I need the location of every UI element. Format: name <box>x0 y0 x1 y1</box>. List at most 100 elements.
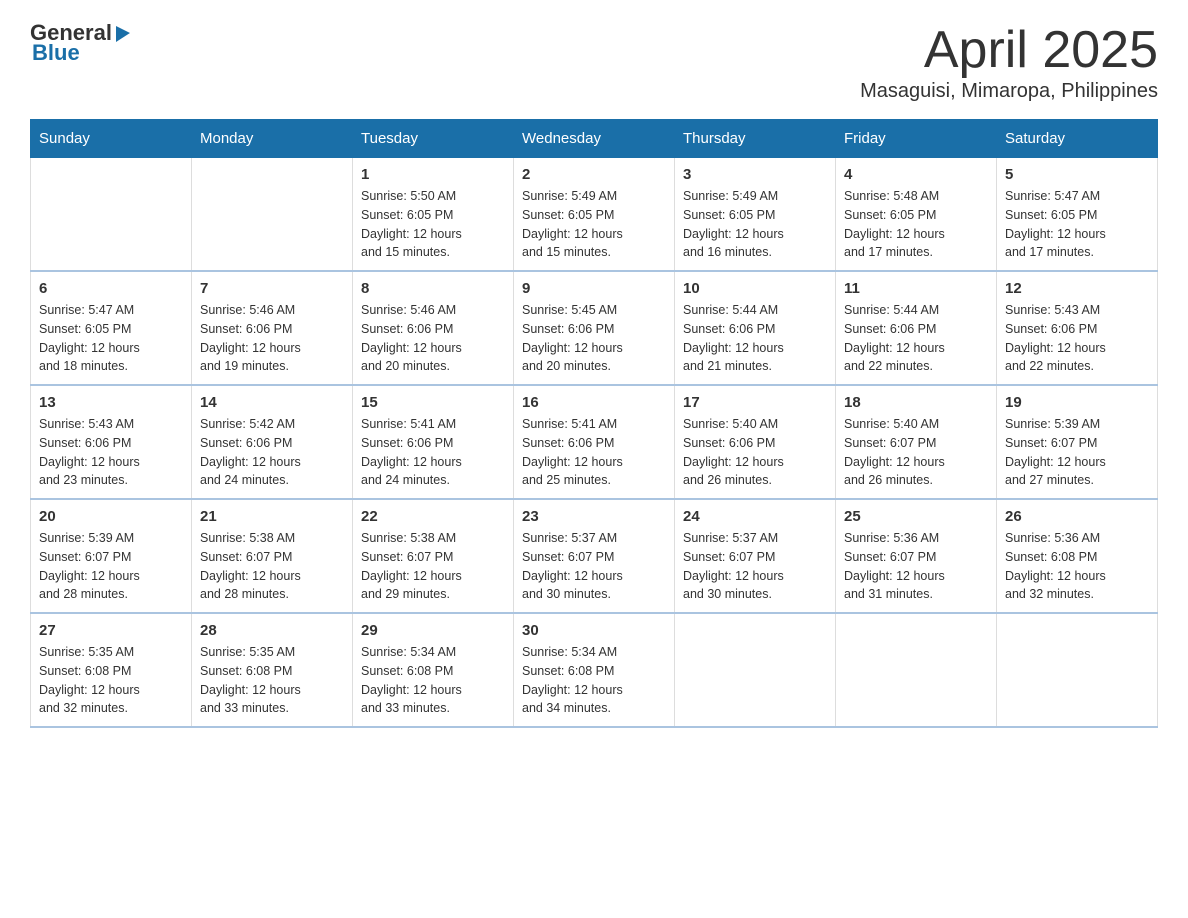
calendar-header-monday: Monday <box>192 120 353 158</box>
calendar-cell: 7 Sunrise: 5:46 AM Sunset: 6:06 PM Daylig… <box>192 271 353 385</box>
calendar-cell: 28 Sunrise: 5:35 AM Sunset: 6:08 PM Dayli… <box>192 613 353 727</box>
day-number: 18 <box>844 394 988 411</box>
day-number: 15 <box>361 394 505 411</box>
day-info: Sunrise: 5:40 AM Sunset: 6:06 PM Dayligh… <box>683 415 827 490</box>
day-info: Sunrise: 5:48 AM Sunset: 6:05 PM Dayligh… <box>844 187 988 262</box>
day-info: Sunrise: 5:41 AM Sunset: 6:06 PM Dayligh… <box>522 415 666 490</box>
day-info: Sunrise: 5:34 AM Sunset: 6:08 PM Dayligh… <box>361 643 505 718</box>
day-info: Sunrise: 5:39 AM Sunset: 6:07 PM Dayligh… <box>39 529 183 604</box>
calendar-week-5: 27 Sunrise: 5:35 AM Sunset: 6:08 PM Dayli… <box>31 613 1158 727</box>
day-info: Sunrise: 5:41 AM Sunset: 6:06 PM Dayligh… <box>361 415 505 490</box>
calendar-cell <box>31 158 192 272</box>
day-number: 10 <box>683 280 827 297</box>
calendar-cell: 27 Sunrise: 5:35 AM Sunset: 6:08 PM Dayli… <box>31 613 192 727</box>
calendar-cell: 16 Sunrise: 5:41 AM Sunset: 6:06 PM Dayli… <box>514 385 675 499</box>
day-info: Sunrise: 5:36 AM Sunset: 6:07 PM Dayligh… <box>844 529 988 604</box>
day-number: 29 <box>361 622 505 639</box>
calendar-cell: 10 Sunrise: 5:44 AM Sunset: 6:06 PM Dayli… <box>675 271 836 385</box>
logo-triangle-icon <box>112 22 134 44</box>
calendar-cell: 5 Sunrise: 5:47 AM Sunset: 6:05 PM Daylig… <box>997 158 1158 272</box>
day-info: Sunrise: 5:50 AM Sunset: 6:05 PM Dayligh… <box>361 187 505 262</box>
day-info: Sunrise: 5:42 AM Sunset: 6:06 PM Dayligh… <box>200 415 344 490</box>
calendar-cell: 17 Sunrise: 5:40 AM Sunset: 6:06 PM Dayli… <box>675 385 836 499</box>
logo-blue-text: Blue <box>32 40 80 66</box>
day-info: Sunrise: 5:47 AM Sunset: 6:05 PM Dayligh… <box>39 301 183 376</box>
day-number: 24 <box>683 508 827 525</box>
calendar-cell: 6 Sunrise: 5:47 AM Sunset: 6:05 PM Daylig… <box>31 271 192 385</box>
calendar-body: 1 Sunrise: 5:50 AM Sunset: 6:05 PM Daylig… <box>31 158 1158 728</box>
day-number: 7 <box>200 280 344 297</box>
calendar-header-sunday: Sunday <box>31 120 192 158</box>
logo: General Blue <box>30 20 134 66</box>
calendar-week-3: 13 Sunrise: 5:43 AM Sunset: 6:06 PM Dayli… <box>31 385 1158 499</box>
calendar-cell: 12 Sunrise: 5:43 AM Sunset: 6:06 PM Dayli… <box>997 271 1158 385</box>
calendar-cell: 29 Sunrise: 5:34 AM Sunset: 6:08 PM Dayli… <box>353 613 514 727</box>
day-number: 1 <box>361 166 505 183</box>
day-number: 16 <box>522 394 666 411</box>
day-info: Sunrise: 5:46 AM Sunset: 6:06 PM Dayligh… <box>361 301 505 376</box>
day-number: 23 <box>522 508 666 525</box>
month-title: April 2025 <box>860 20 1158 80</box>
day-info: Sunrise: 5:40 AM Sunset: 6:07 PM Dayligh… <box>844 415 988 490</box>
day-number: 12 <box>1005 280 1149 297</box>
calendar-cell: 8 Sunrise: 5:46 AM Sunset: 6:06 PM Daylig… <box>353 271 514 385</box>
day-info: Sunrise: 5:37 AM Sunset: 6:07 PM Dayligh… <box>683 529 827 604</box>
calendar-header-friday: Friday <box>836 120 997 158</box>
day-info: Sunrise: 5:37 AM Sunset: 6:07 PM Dayligh… <box>522 529 666 604</box>
day-number: 5 <box>1005 166 1149 183</box>
calendar-cell: 22Sunrise: 5:38 AM Sunset: 6:07 PM Dayli… <box>353 499 514 613</box>
page-header: General Blue April 2025 Masaguisi, Mimar… <box>30 20 1158 103</box>
calendar-cell: 15 Sunrise: 5:41 AM Sunset: 6:06 PM Dayli… <box>353 385 514 499</box>
day-info: Sunrise: 5:34 AM Sunset: 6:08 PM Dayligh… <box>522 643 666 718</box>
calendar-header-tuesday: Tuesday <box>353 120 514 158</box>
calendar-week-1: 1 Sunrise: 5:50 AM Sunset: 6:05 PM Daylig… <box>31 158 1158 272</box>
day-info: Sunrise: 5:43 AM Sunset: 6:06 PM Dayligh… <box>1005 301 1149 376</box>
day-number: 21 <box>200 508 344 525</box>
calendar-table: SundayMondayTuesdayWednesdayThursdayFrid… <box>30 119 1158 728</box>
calendar-cell: 26 Sunrise: 5:36 AM Sunset: 6:08 PM Dayli… <box>997 499 1158 613</box>
day-info: Sunrise: 5:45 AM Sunset: 6:06 PM Dayligh… <box>522 301 666 376</box>
day-number: 8 <box>361 280 505 297</box>
day-number: 28 <box>200 622 344 639</box>
calendar-cell: 19 Sunrise: 5:39 AM Sunset: 6:07 PM Dayli… <box>997 385 1158 499</box>
day-number: 26 <box>1005 508 1149 525</box>
day-info: Sunrise: 5:44 AM Sunset: 6:06 PM Dayligh… <box>683 301 827 376</box>
day-info: Sunrise: 5:49 AM Sunset: 6:05 PM Dayligh… <box>683 187 827 262</box>
day-number: 13 <box>39 394 183 411</box>
calendar-cell: 1 Sunrise: 5:50 AM Sunset: 6:05 PM Daylig… <box>353 158 514 272</box>
calendar-week-4: 20 Sunrise: 5:39 AM Sunset: 6:07 PM Dayli… <box>31 499 1158 613</box>
day-number: 3 <box>683 166 827 183</box>
calendar-header-thursday: Thursday <box>675 120 836 158</box>
calendar-header-wednesday: Wednesday <box>514 120 675 158</box>
day-number: 6 <box>39 280 183 297</box>
day-number: 2 <box>522 166 666 183</box>
day-info: Sunrise: 5:39 AM Sunset: 6:07 PM Dayligh… <box>1005 415 1149 490</box>
calendar-cell: 23 Sunrise: 5:37 AM Sunset: 6:07 PM Dayli… <box>514 499 675 613</box>
calendar-cell: 14Sunrise: 5:42 AM Sunset: 6:06 PM Dayli… <box>192 385 353 499</box>
day-info: Sunrise: 5:46 AM Sunset: 6:06 PM Dayligh… <box>200 301 344 376</box>
calendar-cell <box>675 613 836 727</box>
calendar-cell: 4Sunrise: 5:48 AM Sunset: 6:05 PM Daylig… <box>836 158 997 272</box>
day-number: 9 <box>522 280 666 297</box>
day-number: 20 <box>39 508 183 525</box>
day-number: 30 <box>522 622 666 639</box>
day-info: Sunrise: 5:35 AM Sunset: 6:08 PM Dayligh… <box>39 643 183 718</box>
day-info: Sunrise: 5:35 AM Sunset: 6:08 PM Dayligh… <box>200 643 344 718</box>
day-number: 11 <box>844 280 988 297</box>
day-info: Sunrise: 5:36 AM Sunset: 6:08 PM Dayligh… <box>1005 529 1149 604</box>
location-title: Masaguisi, Mimaropa, Philippines <box>860 80 1158 103</box>
calendar-cell <box>836 613 997 727</box>
calendar-week-2: 6 Sunrise: 5:47 AM Sunset: 6:05 PM Daylig… <box>31 271 1158 385</box>
day-info: Sunrise: 5:43 AM Sunset: 6:06 PM Dayligh… <box>39 415 183 490</box>
day-number: 27 <box>39 622 183 639</box>
calendar-cell <box>997 613 1158 727</box>
calendar-cell <box>192 158 353 272</box>
day-info: Sunrise: 5:47 AM Sunset: 6:05 PM Dayligh… <box>1005 187 1149 262</box>
day-number: 25 <box>844 508 988 525</box>
calendar-cell: 21 Sunrise: 5:38 AM Sunset: 6:07 PM Dayli… <box>192 499 353 613</box>
day-info: Sunrise: 5:38 AM Sunset: 6:07 PM Dayligh… <box>361 529 505 604</box>
day-number: 17 <box>683 394 827 411</box>
calendar-header-saturday: Saturday <box>997 120 1158 158</box>
day-info: Sunrise: 5:38 AM Sunset: 6:07 PM Dayligh… <box>200 529 344 604</box>
day-number: 19 <box>1005 394 1149 411</box>
